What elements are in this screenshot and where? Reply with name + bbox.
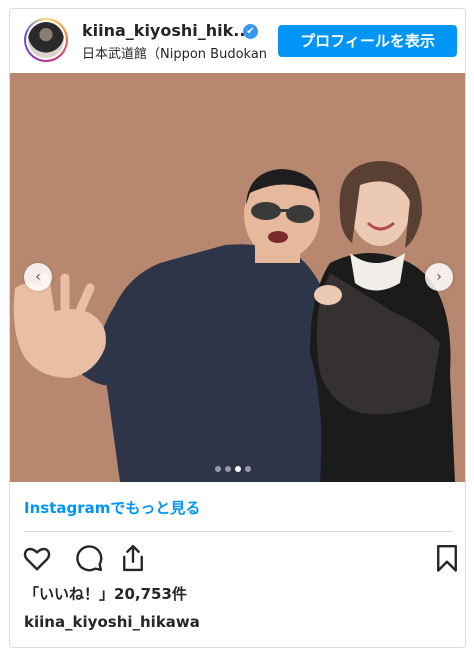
avatar[interactable]	[24, 18, 68, 62]
photo-illustration	[10, 73, 465, 482]
heart-icon[interactable]	[22, 543, 52, 573]
carousel-dot	[215, 466, 221, 472]
likes-count[interactable]: 「いいね！」20,753件	[24, 583, 187, 604]
carousel-dot-active	[235, 466, 241, 472]
carousel-dot	[245, 466, 251, 472]
caption-username-link[interactable]: kiina_kiyoshi_hikawa	[24, 613, 200, 631]
carousel-dot	[225, 466, 231, 472]
view-more-on-instagram-link[interactable]: Instagramでもっと見る	[24, 497, 200, 518]
comment-icon[interactable]	[74, 543, 104, 573]
instagram-embed-card: kiina_kiyoshi_hik... ✔ 日本武道館（Nippon Budo…	[9, 8, 466, 648]
bookmark-icon[interactable]	[432, 543, 462, 573]
divider	[24, 531, 453, 532]
carousel-indicator	[215, 457, 255, 472]
verified-badge-icon: ✔	[243, 24, 258, 39]
username-link[interactable]: kiina_kiyoshi_hik...	[82, 21, 252, 40]
avatar-photo	[28, 22, 64, 58]
carousel-next-button[interactable]: ›	[425, 263, 453, 291]
view-profile-button[interactable]: プロフィールを表示	[278, 25, 457, 57]
carousel-prev-button[interactable]: ‹	[24, 263, 52, 291]
post-header: kiina_kiyoshi_hik... ✔ 日本武道館（Nippon Budo…	[10, 9, 465, 73]
post-photo[interactable]: ‹ ›	[10, 73, 465, 482]
action-bar	[20, 543, 460, 575]
location-link[interactable]: 日本武道館（Nippon Budokan	[82, 43, 272, 62]
share-icon[interactable]	[118, 543, 148, 573]
